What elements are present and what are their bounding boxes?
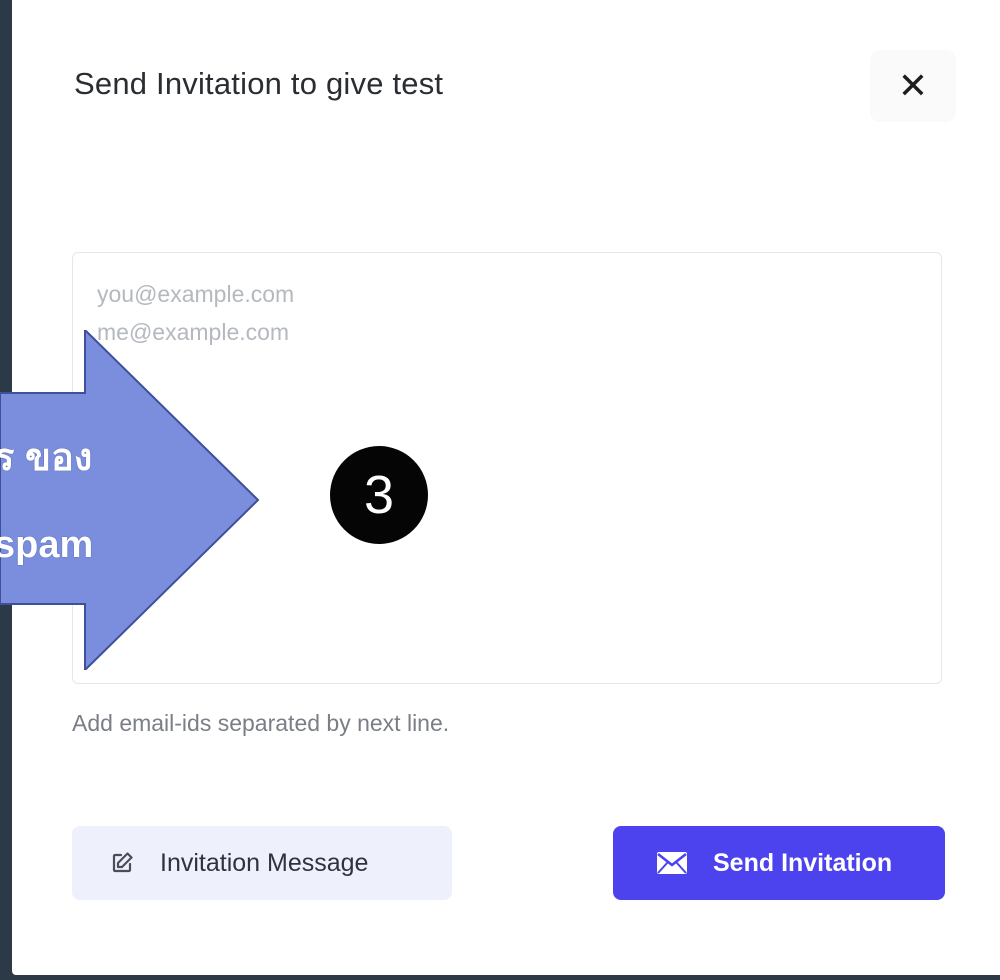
mail-icon (657, 852, 687, 874)
modal-title: Send Invitation to give test (74, 66, 444, 101)
callout-text-line2: spam (0, 524, 94, 566)
email-help-text: Add email-ids separated by next line. (72, 710, 450, 736)
close-icon: ✕ (897, 65, 929, 106)
send-invitation-button[interactable]: Send Invitation (613, 826, 945, 900)
callout-arrow (0, 330, 260, 670)
edit-icon (112, 852, 133, 873)
step-number-badge: 3 (330, 446, 428, 544)
callout-text-line1: ร ของ (0, 437, 93, 479)
invitation-message-label: Invitation Message (160, 848, 369, 877)
invitation-message-button[interactable]: Invitation Message (72, 826, 452, 900)
send-invitation-label: Send Invitation (713, 848, 893, 877)
close-button[interactable]: ✕ (870, 50, 956, 122)
